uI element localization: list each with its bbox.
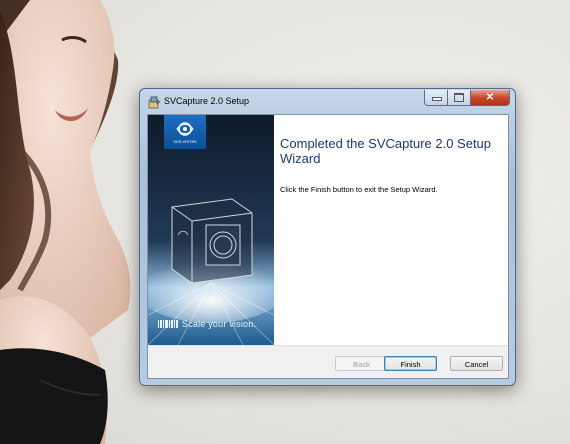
camera-illustration xyxy=(171,198,253,284)
back-button[interactable]: Back xyxy=(335,356,388,371)
banner-tagline: Scale your vision. xyxy=(182,319,257,329)
finish-button[interactable]: Finish xyxy=(384,356,437,371)
close-icon: ✕ xyxy=(485,92,495,103)
installer-icon xyxy=(148,96,161,109)
banner-graphic: SVS-VISTEK xyxy=(148,115,274,345)
tagline-stripes xyxy=(158,320,178,328)
wizard-banner: SVS-VISTEK Scale your vision. xyxy=(148,115,274,345)
wizard-client-area: SVS-VISTEK Scale your vision. Completed … xyxy=(147,114,509,379)
maximize-button[interactable] xyxy=(448,90,471,106)
cancel-button[interactable]: Cancel xyxy=(450,356,503,371)
title-bar[interactable]: SVCapture 2.0 Setup ✕ xyxy=(140,89,515,113)
wizard-content: Completed the SVCapture 2.0 Setup Wizard… xyxy=(274,115,508,345)
logo-text: SVS-VISTEK xyxy=(173,139,197,144)
page-heading: Completed the SVCapture 2.0 Setup Wizard xyxy=(280,136,492,166)
wizard-footer: Back Finish Cancel xyxy=(148,345,508,378)
caption-buttons: ✕ xyxy=(424,90,510,106)
close-button[interactable]: ✕ xyxy=(471,90,510,106)
window-title: SVCapture 2.0 Setup xyxy=(164,96,250,106)
setup-wizard-window: SVCapture 2.0 Setup ✕ SVS-VISTEK Scale y… xyxy=(139,88,516,386)
minimize-button[interactable] xyxy=(424,90,448,106)
page-description: Click the Finish button to exit the Setu… xyxy=(280,185,438,194)
